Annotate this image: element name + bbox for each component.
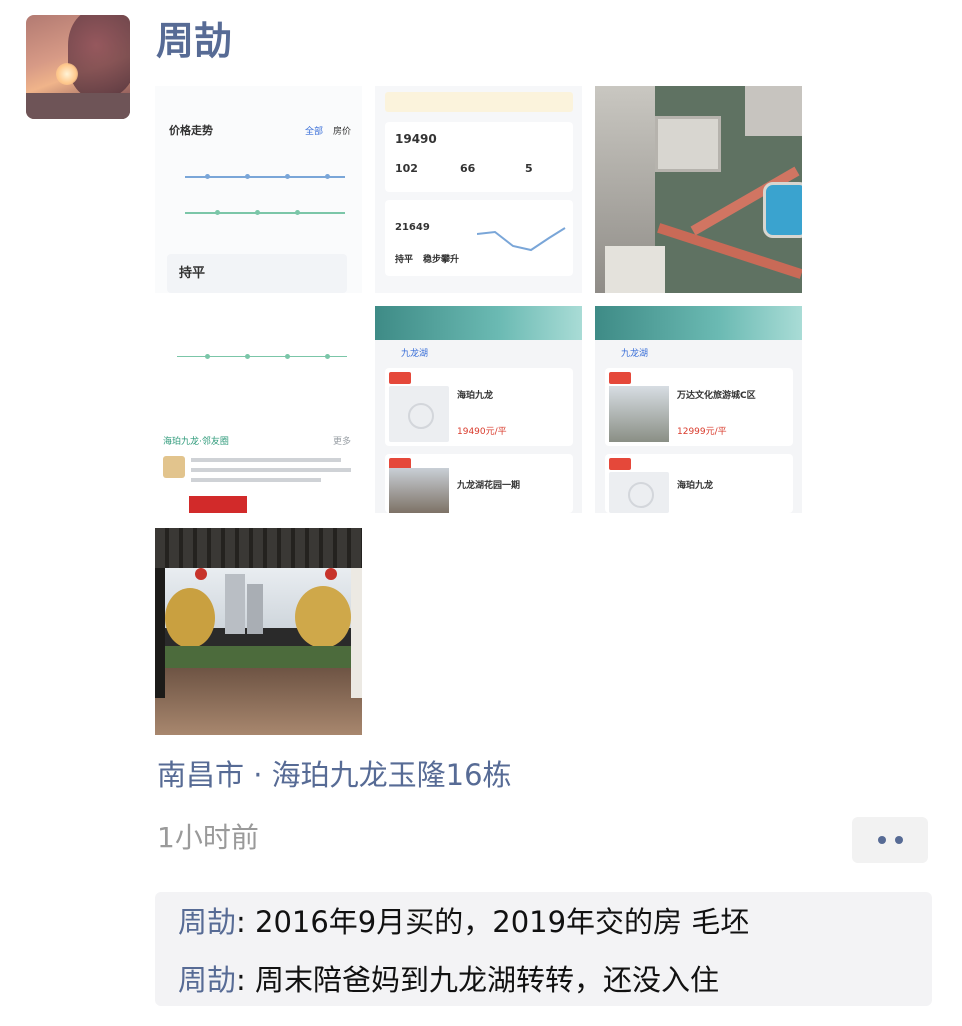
avatar-tree	[68, 15, 130, 99]
image-thumbnail-entrance-photo[interactable]	[155, 528, 362, 735]
flat-trend-line	[177, 356, 347, 357]
listing-title: 海珀九龙	[677, 481, 714, 491]
garden	[155, 646, 362, 668]
trend-point	[215, 210, 220, 215]
listing-title: 海珀九龙	[457, 391, 494, 401]
feed-text-line	[191, 468, 351, 472]
comment-item[interactable]: 周劼: 2016年9月买的，2019年交的房 毛坯	[178, 902, 749, 942]
listing-photo	[609, 386, 669, 442]
image-thumbnail-listings-a[interactable]: 九龙湖 海珀九龙 19490元/平 九龙湖花园一期	[375, 306, 582, 513]
summary-status: 持平	[179, 266, 206, 281]
post-location[interactable]: 南昌市 · 海珀九龙玉隆16栋	[157, 755, 512, 795]
more-dot-icon	[877, 836, 886, 844]
pillar	[351, 568, 362, 698]
stat-n1: 102	[395, 162, 418, 175]
listing-card: 海珀九龙	[605, 454, 793, 513]
notice-banner	[385, 92, 573, 112]
trend-point	[205, 354, 210, 359]
comment-item[interactable]: 周劼: 周末陪爸妈到九龙湖转转，还没入住	[178, 960, 719, 1000]
image-thumbnail-housing-stats[interactable]: 19490 102 66 5 21649 持平 稳步攀升	[375, 86, 582, 293]
golden-tree	[295, 586, 351, 648]
feed-text-line	[191, 458, 341, 462]
status-a: 持平	[395, 255, 414, 265]
trend-point	[205, 174, 210, 179]
pool	[763, 182, 802, 238]
trend-point	[245, 174, 250, 179]
comment-text: : 周末陪爸妈到九龙湖转转，还没入住	[236, 963, 720, 997]
image-thumbnail-community-feed[interactable]: 海珀九龙·邻友圈 更多	[155, 306, 362, 513]
feed-more: 更多	[333, 437, 352, 447]
comment-text: : 2016年9月买的，2019年交的房 毛坯	[236, 905, 750, 939]
listing-filter-tab: 九龙湖	[401, 349, 429, 359]
trend-point	[255, 210, 260, 215]
feed-section-title: 海珀九龙·邻友圈	[163, 437, 229, 447]
listing-header-banner	[375, 306, 582, 340]
trend-point	[285, 174, 290, 179]
top-tag	[389, 372, 411, 384]
feed-image	[189, 496, 247, 513]
trend-point	[325, 174, 330, 179]
stats-card: 19490 102 66 5	[385, 122, 573, 192]
listing-title: 九龙湖花园一期	[457, 481, 521, 491]
pillar	[155, 568, 165, 698]
tower	[247, 584, 263, 634]
image-thumbnail-listings-b[interactable]: 九龙湖 万达文化旅游城C区 12999元/平 海珀九龙	[595, 306, 802, 513]
stat-price2: 21649	[395, 222, 430, 233]
avatar-shore	[26, 93, 130, 119]
more-dot-icon	[894, 836, 903, 844]
summary-card: 持平	[167, 254, 347, 293]
listing-header-banner	[595, 306, 802, 340]
thumb-section-title: 价格走势	[169, 124, 213, 137]
image-thumbnail-price-trend[interactable]: 价格走势 全部 房价 持平	[155, 86, 362, 293]
trend-point	[285, 354, 290, 359]
trend-point	[295, 210, 300, 215]
stat-n2: 66	[460, 162, 476, 175]
price-chart-card: 21649 持平 稳步攀升	[385, 200, 573, 276]
stat-price: 19490	[395, 132, 437, 146]
listing-price: 19490元/平	[457, 427, 507, 437]
trend-line-green	[185, 212, 345, 214]
top-tag	[609, 372, 631, 384]
feed-avatar	[163, 456, 185, 478]
listing-photo-placeholder	[609, 472, 669, 513]
building-right	[745, 86, 802, 136]
status-b: 稳步攀升	[423, 255, 460, 265]
top-tag	[609, 458, 631, 470]
post-time: 1小时前	[157, 821, 259, 854]
thumb-tab-a: 全部	[305, 127, 324, 137]
ceiling	[155, 528, 362, 568]
rooftop	[605, 246, 665, 293]
listing-photo-placeholder	[389, 386, 449, 442]
stat-n3: 5	[525, 162, 533, 175]
comment-author[interactable]: 周劼	[178, 963, 236, 997]
red-lantern	[195, 568, 207, 580]
trend-point	[245, 354, 250, 359]
image-thumbnail-aerial-photo[interactable]	[595, 86, 802, 293]
more-actions-button[interactable]	[852, 817, 928, 863]
paved-floor	[155, 668, 362, 735]
golden-tree	[165, 588, 215, 648]
listing-card: 万达文化旅游城C区 12999元/平	[605, 368, 793, 446]
listing-photo	[389, 468, 449, 513]
comment-author[interactable]: 周劼	[178, 905, 236, 939]
trend-point	[325, 354, 330, 359]
courtyard	[655, 116, 721, 172]
thumb-tab-b: 房价	[333, 127, 352, 137]
listing-title: 万达文化旅游城C区	[677, 391, 756, 401]
listing-card: 九龙湖花园一期	[385, 454, 573, 513]
tower	[225, 574, 245, 634]
red-lantern	[325, 568, 337, 580]
listing-filter-tab: 九龙湖	[621, 349, 649, 359]
listing-price: 12999元/平	[677, 427, 727, 437]
mini-line-chart	[477, 227, 566, 252]
post-username[interactable]: 周劼	[156, 16, 232, 66]
avatar[interactable]	[26, 15, 130, 119]
comments-panel: 周劼: 2016年9月买的，2019年交的房 毛坯 周劼: 周末陪爸妈到九龙湖转…	[155, 892, 932, 1006]
listing-card: 海珀九龙 19490元/平	[385, 368, 573, 446]
feed-text-line	[191, 478, 321, 482]
avatar-sun	[56, 63, 78, 85]
